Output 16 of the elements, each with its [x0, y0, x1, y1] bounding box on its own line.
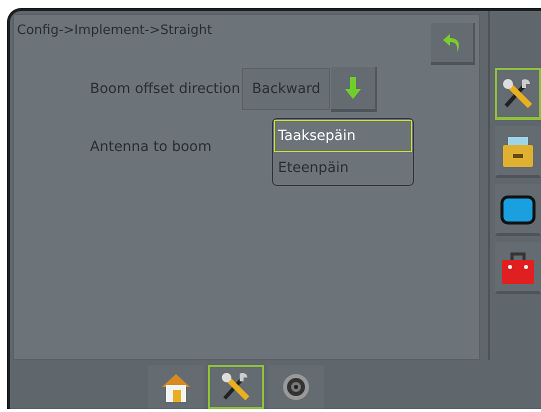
breadcrumb: Config->Implement->Straight: [17, 22, 212, 40]
side-tab[interactable]: [495, 184, 541, 236]
setting-label: Boom offset direction: [90, 81, 240, 97]
target-icon: [280, 372, 310, 402]
side-tab[interactable]: [495, 68, 541, 120]
dropdown-button[interactable]: [331, 66, 378, 112]
dropdown-option[interactable]: Eteenpäin: [274, 152, 412, 184]
dropdown-option[interactable]: Taaksepäin: [274, 120, 412, 152]
dropdown-field[interactable]: Backward: [242, 68, 330, 110]
down-arrow-icon: [345, 76, 362, 100]
back-button[interactable]: [431, 23, 475, 65]
home-icon: [160, 371, 192, 403]
bottom-tab[interactable]: [208, 365, 264, 409]
toolbox-icon: [500, 250, 536, 286]
screen-icon: [500, 194, 536, 224]
setting-label: Antenna to boom: [90, 139, 212, 155]
